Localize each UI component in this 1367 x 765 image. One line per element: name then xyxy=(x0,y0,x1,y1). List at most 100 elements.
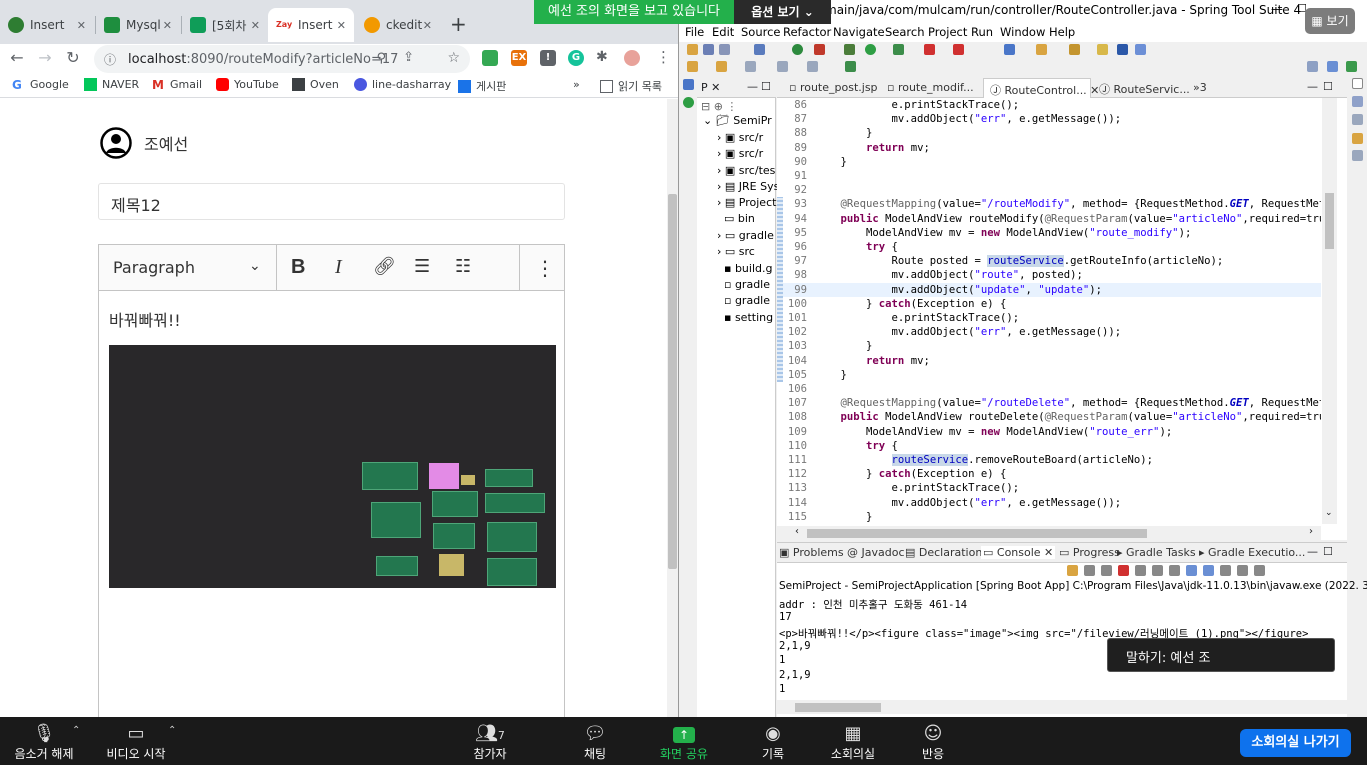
rich-text-editor[interactable]: Paragraph ⌄ B I 🔗︎ ☰ ☷ ⋮ 바꿔빠꿔!! xyxy=(98,244,565,717)
tree-item[interactable]: › ▤ Project xyxy=(717,196,776,209)
unmute-button[interactable]: 🎙︎ 음소거 해제 xyxy=(8,723,80,762)
debug-run-icon[interactable] xyxy=(844,44,855,55)
code-line[interactable]: 94 public ModelAndView routeModify(@Requ… xyxy=(777,212,1321,226)
code-line[interactable]: 95 ModelAndView mv = new ModelAndView("r… xyxy=(777,226,1321,240)
chevron-down-icon[interactable]: ⌄ xyxy=(249,258,261,274)
code-horizontal-scrollbar[interactable]: ‹ › xyxy=(777,526,1321,540)
debug-icon[interactable] xyxy=(814,44,825,55)
code-line[interactable]: 115 } xyxy=(777,510,1321,524)
view-button[interactable]: ▦ 보기 xyxy=(1305,8,1355,34)
minimize-icon[interactable]: — xyxy=(747,80,758,93)
browser-tab-5[interactable]: ckedit ✕ xyxy=(356,8,440,42)
chevron-down-icon[interactable]: ⌄ xyxy=(1325,508,1333,518)
editor-tab[interactable]: Ⓙ RouteServic... xyxy=(1093,78,1196,98)
editor-tab[interactable]: ▫ route_post.jsp xyxy=(783,78,884,98)
perspective-icon[interactable] xyxy=(1307,61,1318,72)
open-type-icon[interactable] xyxy=(1036,44,1047,55)
code-view[interactable]: 86 e.printStackTrace(); 87 mv.addObject("… xyxy=(777,98,1321,524)
back-icon[interactable] xyxy=(777,61,788,72)
bookmark-board[interactable]: 게시판 xyxy=(458,78,506,94)
breakout-rooms-button[interactable]: ▦ 소회의실 xyxy=(826,723,880,762)
coverage-icon[interactable] xyxy=(893,44,904,55)
extension-ex-icon[interactable]: EX xyxy=(511,50,527,66)
chevron-up-icon[interactable]: ⌃ xyxy=(168,725,176,736)
info-icon[interactable]: ⓘ xyxy=(104,51,120,68)
restore-icon[interactable] xyxy=(683,79,694,90)
link-button[interactable]: 🔗︎ xyxy=(373,256,396,277)
minimize-icon[interactable]: — xyxy=(1307,80,1318,93)
bookmark-gmail[interactable]: M Gmail xyxy=(152,78,202,92)
tree-item[interactable]: › ▭ src xyxy=(717,245,755,258)
new-java-project-icon[interactable] xyxy=(1004,44,1015,55)
code-line[interactable]: 113 e.printStackTrace(); xyxy=(777,481,1321,495)
view-options-button[interactable]: 옵션 보기 ⌄ xyxy=(734,0,831,24)
menu-source[interactable]: Source xyxy=(741,25,781,39)
chevron-up-icon[interactable]: ⌃ xyxy=(72,725,80,736)
chevron-right-icon[interactable]: › xyxy=(1309,526,1313,537)
pin-icon[interactable] xyxy=(845,61,856,72)
avatar[interactable] xyxy=(624,50,640,66)
close-icon[interactable]: ✕ xyxy=(77,19,86,32)
minimize-icon[interactable]: — xyxy=(1307,545,1318,558)
search-icon[interactable] xyxy=(1069,44,1080,55)
code-line[interactable]: 97 Route posted = routeService.getRouteI… xyxy=(777,254,1321,268)
paragraph-dropdown[interactable]: Paragraph xyxy=(113,258,195,277)
location-icon[interactable]: ⚲ xyxy=(376,51,386,66)
code-line[interactable]: 103 } xyxy=(777,339,1321,353)
tree-item[interactable]: › ▭ gradle xyxy=(717,229,774,242)
code-line[interactable]: 109 ModelAndView mv = new ModelAndView("… xyxy=(777,425,1321,439)
clear-console-icon[interactable] xyxy=(1135,565,1146,576)
bold-button[interactable]: B xyxy=(291,256,305,279)
numbered-list-button[interactable]: ☷ xyxy=(455,256,471,277)
new-tab-button[interactable]: + xyxy=(450,12,467,36)
code-line[interactable]: 87 mv.addObject("err", e.getMessage()); xyxy=(777,112,1321,126)
editor-tab-active[interactable]: Ⓙ RouteControl... ✕ xyxy=(983,78,1099,98)
view-menu-icon[interactable] xyxy=(1254,565,1265,576)
code-line[interactable]: 99 mv.addObject("update", "update"); xyxy=(777,282,1321,297)
share-icon[interactable]: ⇪ xyxy=(403,50,414,65)
save-all-icon[interactable] xyxy=(719,44,730,55)
tree-item[interactable]: ▭ bin xyxy=(717,212,755,225)
code-line[interactable]: 107 @RequestMapping(value="/routeDelete"… xyxy=(777,396,1321,410)
title-input[interactable]: 제목12 xyxy=(98,183,565,220)
tree-item[interactable]: ▪ setting xyxy=(717,311,773,324)
structure-icon[interactable] xyxy=(1352,150,1363,161)
code-line[interactable]: 110 try { xyxy=(777,439,1321,453)
scroll-lock-icon[interactable] xyxy=(1152,565,1163,576)
maximize-icon[interactable]: ☐ xyxy=(1323,80,1333,93)
bookmark-naver[interactable]: NAVER xyxy=(84,78,139,91)
menu-help[interactable]: Help xyxy=(1049,25,1075,39)
last-edit-icon[interactable] xyxy=(745,61,756,72)
annotation-icon[interactable] xyxy=(1117,44,1128,55)
display-console-icon[interactable] xyxy=(1237,565,1248,576)
forward-button[interactable]: → xyxy=(34,48,56,67)
code-line[interactable]: 106 xyxy=(777,382,1321,396)
editor-body-text[interactable]: 바꿔빠꿔!! xyxy=(109,307,181,331)
tab-problems[interactable]: ▣ Problems xyxy=(779,546,844,559)
restore-icon[interactable] xyxy=(1352,78,1363,89)
word-wrap-icon[interactable] xyxy=(1169,565,1180,576)
address-bar[interactable]: ⓘ localhost:8090/routeModify?articleNo=1… xyxy=(94,45,470,73)
code-line[interactable]: 89 return mv; xyxy=(777,141,1321,155)
back-button[interactable]: ← xyxy=(6,48,28,67)
bookmark-oven[interactable]: Oven xyxy=(292,78,339,91)
new-icon[interactable] xyxy=(687,44,698,55)
tab-gradle-tasks[interactable]: ▸ Gradle Tasks xyxy=(1117,546,1196,559)
code-line[interactable]: 101 e.printStackTrace(); xyxy=(777,311,1321,325)
browser-tab-1[interactable]: Insert ✕ xyxy=(0,8,94,42)
minimize-icon[interactable]: — xyxy=(1271,2,1283,16)
tree-item[interactable]: ⌄ 📁︎ SemiPr xyxy=(703,114,772,127)
next-annotation-icon[interactable] xyxy=(687,61,698,72)
close-icon[interactable]: ✕ xyxy=(251,19,260,32)
tree-item[interactable]: ▪ build.g xyxy=(717,262,773,275)
tree-item[interactable]: ▫ gradle xyxy=(717,278,770,291)
reading-list[interactable]: 읽기 목록 xyxy=(600,78,662,94)
scroll-thumb[interactable] xyxy=(668,194,677,569)
menu-search[interactable]: Search xyxy=(885,25,925,39)
record-button[interactable]: ◉ 기록 xyxy=(750,723,796,762)
menu-project[interactable]: Project xyxy=(928,25,967,39)
browser-tab-2[interactable]: Mysql ✕ xyxy=(96,8,180,42)
outline-view-icon[interactable] xyxy=(1352,133,1363,144)
menu-refactor[interactable]: Refactor xyxy=(783,25,831,39)
code-line[interactable]: 108 public ModelAndView routeDelete(@Req… xyxy=(777,410,1321,424)
